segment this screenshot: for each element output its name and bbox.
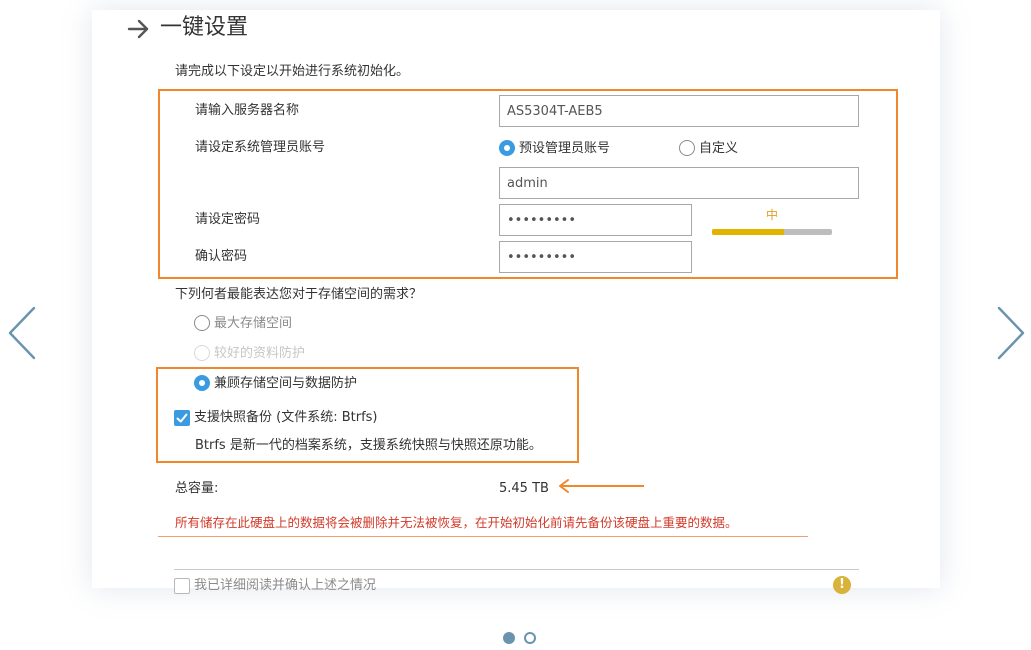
radio-better-protection [194,345,210,361]
radio-max-storage[interactable] [194,315,210,331]
confirm-checkbox[interactable] [174,578,190,594]
admin-account-label: 请设定系统管理员账号 [195,140,326,155]
password-strength-meter [712,229,832,235]
checkmark-icon [176,413,188,423]
chevron-left-icon[interactable] [4,305,38,361]
confirm-label: 我已详细阅读并确认上述之情况 [194,578,377,593]
radio-custom-admin-label: 自定义 [699,141,739,156]
radio-better-protection-label: 较好的资料防护 [214,346,306,361]
capacity-value: 5.45 TB [499,481,549,496]
arrow-right-icon [127,19,149,39]
snapshot-checkbox[interactable] [174,410,190,426]
confirm-password-label: 确认密码 [195,249,248,264]
server-name-input[interactable] [499,95,859,127]
intro-text: 请完成以下设定以开始进行系统初始化。 [175,64,410,79]
exclamation-circle-icon[interactable]: ! [833,576,851,594]
radio-default-admin[interactable] [499,140,515,156]
pagination-dot-2[interactable] [524,632,536,644]
capacity-label: 总容量: [175,481,219,496]
snapshot-label: 支援快照备份 (文件系统: Btrfs) [194,410,378,425]
radio-default-admin-label: 预设管理员账号 [519,141,611,156]
radio-balanced-storage[interactable] [194,375,210,391]
radio-max-storage-label: 最大存储空间 [214,316,293,331]
warning-divider [158,536,808,537]
admin-account-input[interactable] [499,167,859,199]
server-name-label: 请输入服务器名称 [195,103,300,118]
password-strength-label: 中 [765,208,778,222]
confirm-password-input[interactable] [499,241,692,273]
page-title: 一键设置 [160,15,249,40]
password-label: 请设定密码 [195,212,261,227]
snapshot-description: Btrfs 是新一代的档案系统，支援系统快照与快照还原功能。 [195,438,542,453]
arrow-left-icon [559,479,644,493]
radio-balanced-storage-label: 兼顾存储空间与数据防护 [214,376,358,391]
radio-custom-admin[interactable] [679,140,695,156]
data-loss-warning: 所有储存在此硬盘上的数据将会被删除并无法被恢复，在开始初始化前请先备份该硬盘上重… [175,515,738,530]
footer-divider [174,569,859,570]
storage-question: 下列何者最能表达您对于存储空间的需求？ [175,287,423,302]
chevron-right-icon[interactable] [995,305,1029,361]
setup-wizard-page: 一键设置 请完成以下设定以开始进行系统初始化。 请输入服务器名称 请设定系统管理… [0,0,1031,650]
password-input[interactable] [499,204,692,236]
password-strength-fill [712,229,784,235]
pagination-dot-1[interactable] [503,632,515,644]
